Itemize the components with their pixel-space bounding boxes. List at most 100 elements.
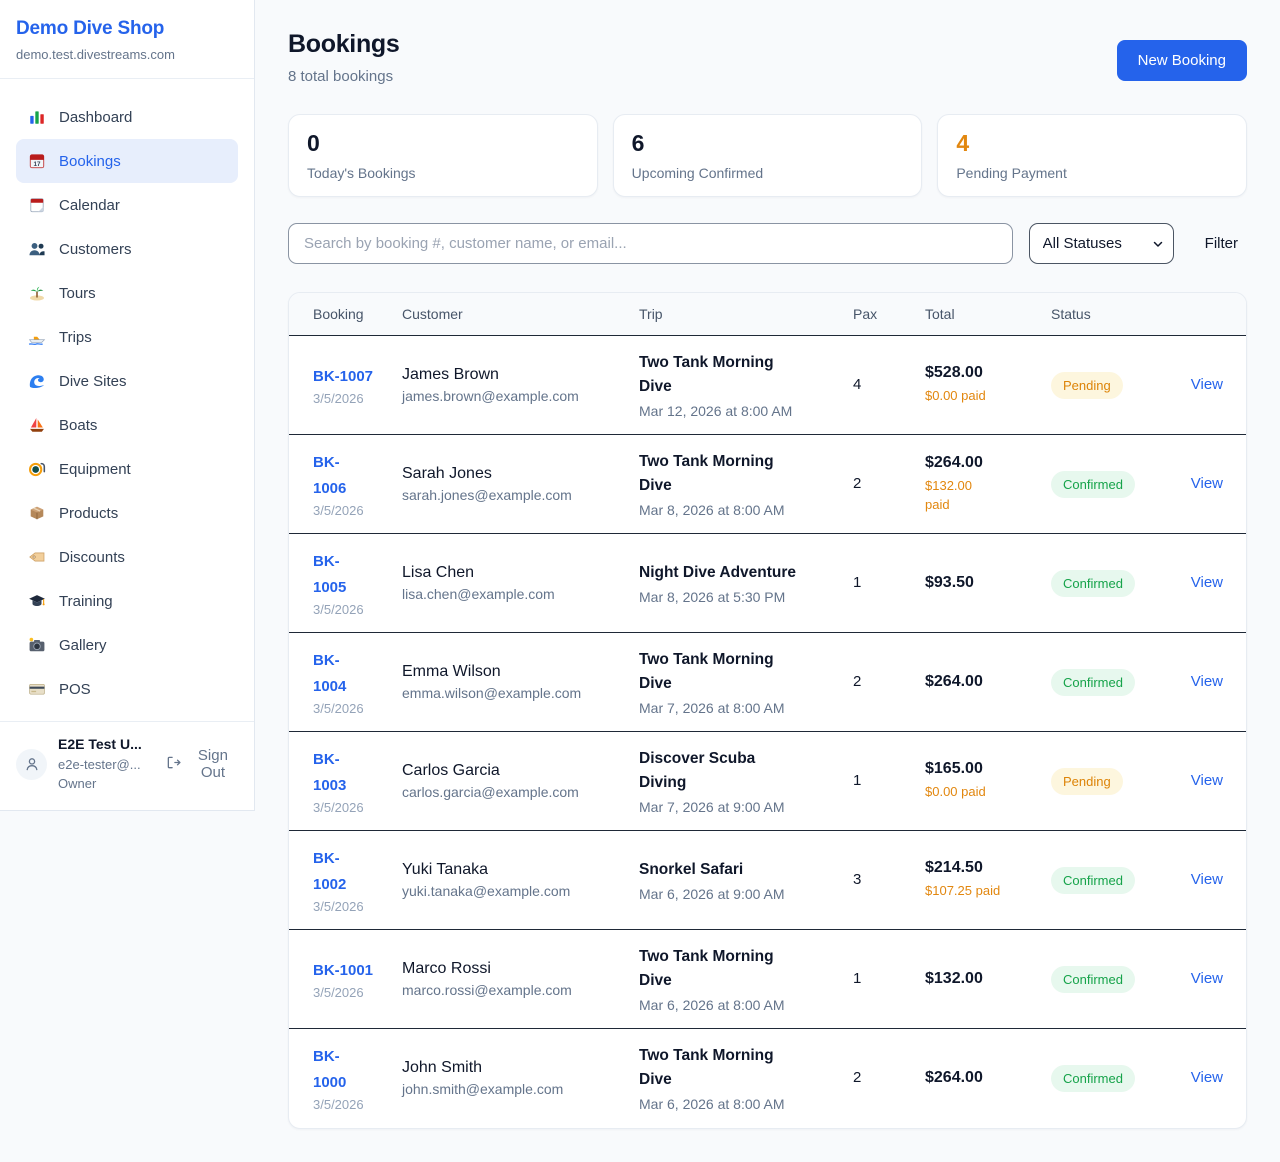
filter-row: All Statuses Filter <box>288 223 1247 264</box>
status-badge: Pending <box>1051 768 1123 795</box>
view-link[interactable]: View <box>1191 970 1223 987</box>
trip-cell: Discover Scuba Diving Mar 7, 2026 at 9:0… <box>639 732 853 831</box>
sidebar-item-label: Boats <box>59 417 97 434</box>
page-header: Bookings 8 total bookings New Booking <box>288 30 1247 85</box>
user-name: E2E Test U... <box>58 736 155 754</box>
sign-out-icon <box>166 755 181 774</box>
customer-name: Lisa Chen <box>402 564 625 582</box>
status-badge: Confirmed <box>1051 867 1135 894</box>
sidebar-item-label: Equipment <box>59 461 131 478</box>
sidebar-item-label: Calendar <box>59 197 120 214</box>
column-pax: Pax <box>853 293 925 336</box>
stat-cards: 0 Today's Bookings 6 Upcoming Confirmed … <box>288 114 1247 197</box>
customer-name: James Brown <box>402 366 625 384</box>
sidebar-item-dive-sites[interactable]: Dive Sites <box>16 359 238 403</box>
total-amount: $214.50 <box>925 859 1037 877</box>
sidebar-item-products[interactable]: Products <box>16 491 238 535</box>
sidebar-item-boats[interactable]: Boats <box>16 403 238 447</box>
booking-id-link[interactable]: BK- 1006 <box>313 454 346 497</box>
sidebar-item-label: Gallery <box>59 637 107 654</box>
booking-date: 3/5/2026 <box>313 701 388 716</box>
table-row: BK- 1003 3/5/2026 Carlos Garcia carlos.g… <box>289 732 1247 831</box>
user-email: e2e-tester@... <box>58 757 155 773</box>
trip-datetime: Mar 8, 2026 at 8:00 AM <box>639 502 839 518</box>
view-link[interactable]: View <box>1191 376 1223 393</box>
search-input[interactable] <box>288 223 1013 264</box>
view-link[interactable]: View <box>1191 574 1223 591</box>
sidebar-item-dashboard[interactable]: Dashboard <box>16 95 238 139</box>
stat-card-pending-payment: 4 Pending Payment <box>937 114 1247 197</box>
sidebar-item-tours[interactable]: Tours <box>16 271 238 315</box>
customer-cell: John Smith john.smith@example.com <box>402 1029 639 1128</box>
sidebar-item-equipment[interactable]: Equipment <box>16 447 238 491</box>
sidebar-item-bookings[interactable]: 17 Bookings <box>16 139 238 183</box>
package-icon <box>28 504 46 522</box>
view-link[interactable]: View <box>1191 475 1223 492</box>
person-icon <box>24 756 40 772</box>
total-amount: $264.00 <box>925 454 1037 472</box>
graduation-cap-icon <box>28 592 46 610</box>
sidebar-nav: Dashboard 17 Bookings Calendar Customers… <box>0 79 254 721</box>
bookings-calendar-icon: 17 <box>28 152 46 170</box>
table-row: BK- 1002 3/5/2026 Yuki Tanaka yuki.tanak… <box>289 831 1247 930</box>
pax-count: 4 <box>853 376 861 393</box>
total-cell: $132.00 <box>925 930 1051 1029</box>
trip-cell: Two Tank Morning Dive Mar 6, 2026 at 8:0… <box>639 930 853 1029</box>
customer-name: Emma Wilson <box>402 663 625 681</box>
tag-icon <box>28 548 46 566</box>
sidebar-item-discounts[interactable]: Discounts <box>16 535 238 579</box>
table-header-row: Booking Customer Trip Pax Total Status <box>289 293 1247 336</box>
view-link[interactable]: View <box>1191 673 1223 690</box>
actions-cell: View <box>1172 435 1247 534</box>
amount-paid: $0.00 paid <box>925 782 1037 802</box>
pax-cell: 1 <box>853 534 925 633</box>
sign-out-button[interactable]: Sign Out <box>166 747 238 781</box>
actions-cell: View <box>1172 930 1247 1029</box>
booking-cell: BK- 1004 3/5/2026 <box>289 633 402 732</box>
sidebar-item-gallery[interactable]: Gallery <box>16 623 238 667</box>
booking-id-link[interactable]: BK- 1004 <box>313 652 346 695</box>
sidebar-item-label: Training <box>59 593 113 610</box>
status-select[interactable]: All Statuses <box>1029 223 1174 264</box>
shop-domain: demo.test.divestreams.com <box>16 47 238 62</box>
sidebar-item-label: Trips <box>59 329 92 346</box>
sidebar-item-training[interactable]: Training <box>16 579 238 623</box>
sidebar-item-trips[interactable]: Trips <box>16 315 238 359</box>
actions-cell: View <box>1172 831 1247 930</box>
new-booking-button[interactable]: New Booking <box>1117 40 1247 81</box>
filter-button[interactable]: Filter <box>1205 235 1238 252</box>
pax-count: 1 <box>853 772 861 789</box>
view-link[interactable]: View <box>1191 871 1223 888</box>
booking-id-link[interactable]: BK-1001 <box>313 962 373 979</box>
calendar-icon <box>28 196 46 214</box>
total-cell: $165.00 $0.00 paid <box>925 732 1051 831</box>
total-amount: $528.00 <box>925 364 1037 382</box>
customer-name: John Smith <box>402 1059 625 1077</box>
total-cell: $264.00 <box>925 633 1051 732</box>
credit-card-icon <box>28 680 46 698</box>
actions-cell: View <box>1172 534 1247 633</box>
sidebar-item-pos[interactable]: POS <box>16 667 238 711</box>
booking-date: 3/5/2026 <box>313 602 388 617</box>
booking-id-link[interactable]: BK- 1000 <box>313 1048 346 1091</box>
sidebar-item-customers[interactable]: Customers <box>16 227 238 271</box>
booking-cell: BK- 1000 3/5/2026 <box>289 1029 402 1128</box>
sidebar-item-calendar[interactable]: Calendar <box>16 183 238 227</box>
sailboat-icon <box>28 416 46 434</box>
booking-cell: BK- 1002 3/5/2026 <box>289 831 402 930</box>
pax-count: 2 <box>853 673 861 690</box>
view-link[interactable]: View <box>1191 772 1223 789</box>
customer-email: sarah.jones@example.com <box>402 487 625 503</box>
view-link[interactable]: View <box>1191 1069 1223 1086</box>
pax-cell: 3 <box>853 831 925 930</box>
booking-id-link[interactable]: BK-1007 <box>313 368 373 385</box>
booking-id-link[interactable]: BK- 1005 <box>313 553 346 596</box>
customer-email: lisa.chen@example.com <box>402 586 625 602</box>
customer-name: Sarah Jones <box>402 465 625 483</box>
pax-cell: 2 <box>853 435 925 534</box>
column-total: Total <box>925 293 1051 336</box>
booking-id-link[interactable]: BK- 1002 <box>313 850 346 893</box>
booking-id-link[interactable]: BK- 1003 <box>313 751 346 794</box>
page-subtitle: 8 total bookings <box>288 68 400 85</box>
pax-count: 1 <box>853 574 861 591</box>
